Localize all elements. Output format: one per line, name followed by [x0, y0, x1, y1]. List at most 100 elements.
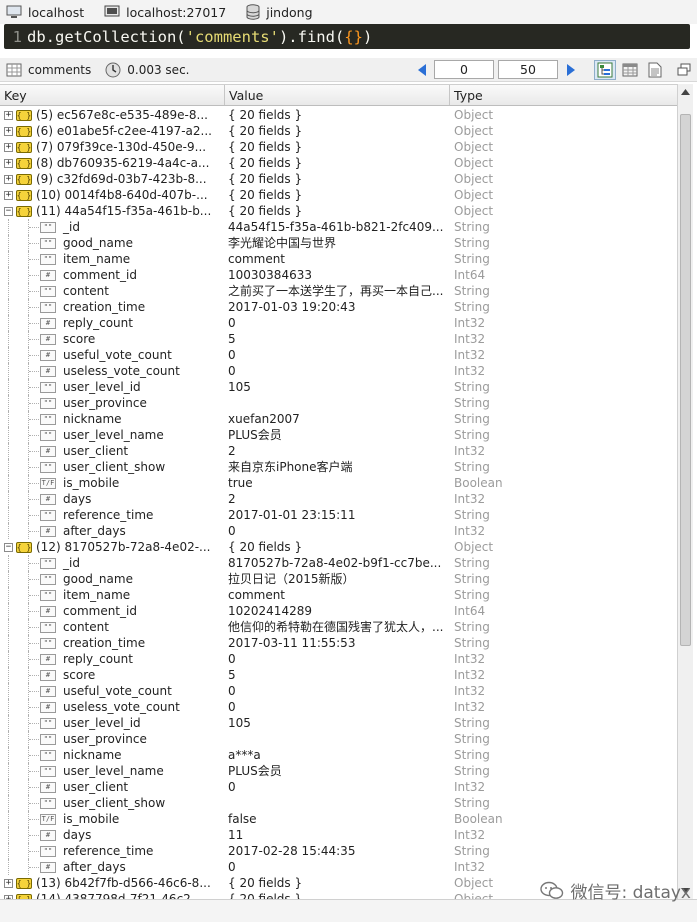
field-row[interactable]: T/F is_mobile true Boolean: [0, 475, 677, 491]
key-cell: "" user_client_show: [0, 459, 224, 475]
key-text: (13) 6b42f7fb-d566-46c6-8...: [36, 876, 211, 890]
collection-icon: [6, 63, 22, 76]
field-row[interactable]: "" good_name 拉贝日记（2015新版） String: [0, 571, 677, 587]
field-row[interactable]: "" content 他信仰的希特勒在德国残害了犹太人，... String: [0, 619, 677, 635]
document-row[interactable]: +{ } (5) ec567e8c-e535-489e-8... { 20 fiel…: [0, 107, 677, 123]
field-row[interactable]: "" creation_time 2017-03-11 11:55:53 String: [0, 635, 677, 651]
field-row[interactable]: # useless_vote_count 0 Int32: [0, 699, 677, 715]
text-view-button[interactable]: [644, 60, 666, 80]
expand-icon[interactable]: +: [4, 174, 13, 184]
field-row[interactable]: # useful_vote_count 0 Int32: [0, 347, 677, 363]
next-page-button[interactable]: [562, 60, 578, 79]
field-row[interactable]: T/F is_mobile false Boolean: [0, 811, 677, 827]
field-row[interactable]: "" creation_time 2017-01-03 19:20:43 String: [0, 299, 677, 315]
field-row[interactable]: # score 5 Int32: [0, 331, 677, 347]
field-row[interactable]: # user_client 0 Int32: [0, 779, 677, 795]
detach-button[interactable]: [673, 60, 695, 80]
field-row[interactable]: # user_client 2 Int32: [0, 443, 677, 459]
field-row[interactable]: "" _id 8170527b-72a8-4e02-b9f1-cc7be... Str…: [0, 555, 677, 571]
field-row[interactable]: "" _id 44a54f15-f35a-461b-b821-2fc409... St…: [0, 219, 677, 235]
database-label: jindong: [266, 4, 313, 20]
field-row[interactable]: # reply_count 0 Int32: [0, 315, 677, 331]
column-header-value[interactable]: Value: [225, 85, 450, 105]
field-row[interactable]: "" item_name comment String: [0, 251, 677, 267]
limit-input[interactable]: [498, 60, 558, 79]
key-cell: # useful_vote_count: [0, 683, 224, 699]
expand-icon[interactable]: +: [4, 158, 13, 168]
field-row[interactable]: "" nickname xuefan2007 String: [0, 411, 677, 427]
key-text: good_name: [63, 572, 133, 586]
field-row[interactable]: # score 5 Int32: [0, 667, 677, 683]
key-text: reference_time: [63, 508, 154, 522]
tree-view-button[interactable]: [594, 60, 616, 80]
field-row[interactable]: # reply_count 0 Int32: [0, 651, 677, 667]
expand-icon[interactable]: +: [4, 878, 13, 888]
column-header-type[interactable]: Type: [450, 85, 677, 105]
field-row[interactable]: "" good_name 李光耀论中国与世界 String: [0, 235, 677, 251]
key-cell: "" creation_time: [0, 635, 224, 651]
field-row[interactable]: # after_days 0 Int32: [0, 859, 677, 875]
host-item[interactable]: localhost: [6, 5, 84, 20]
value-cell: 他信仰的希特勒在德国残害了犹太人，...: [228, 620, 444, 634]
document-row[interactable]: +{ } (9) c32fd69d-03b7-423b-8... { 20 fiel…: [0, 171, 677, 187]
document-row[interactable]: −{ } (11) 44a54f15-f35a-461b-b... { 20 fie…: [0, 203, 677, 219]
collapse-icon[interactable]: −: [4, 206, 13, 216]
key-text: (6) e01abe5f-c2ee-4197-a2...: [36, 124, 212, 138]
column-header-key[interactable]: Key: [0, 85, 225, 105]
field-row[interactable]: # days 11 Int32: [0, 827, 677, 843]
field-row[interactable]: "" user_client_show 来自京东iPhone客户端 String: [0, 459, 677, 475]
key-text: useless_vote_count: [63, 700, 180, 714]
key-cell: "" user_level_name: [0, 427, 224, 443]
object-icon: { }: [16, 205, 32, 217]
expand-icon[interactable]: +: [4, 110, 13, 120]
expand-icon[interactable]: +: [4, 142, 13, 152]
key-cell: +{ } (14) 4387798d-7f21-46c2-...: [0, 891, 224, 899]
skip-input[interactable]: [434, 60, 494, 79]
key-text: reply_count: [63, 652, 133, 666]
field-row[interactable]: "" content 之前买了一本送学生了，再买一本自己... String: [0, 283, 677, 299]
field-row[interactable]: "" reference_time 2017-01-01 23:15:11 Strin…: [0, 507, 677, 523]
field-row[interactable]: # comment_id 10030384633 Int64: [0, 267, 677, 283]
field-row[interactable]: "" item_name comment String: [0, 587, 677, 603]
field-row[interactable]: "" user_level_name PLUS会员 String: [0, 763, 677, 779]
document-row[interactable]: −{ } (12) 8170527b-72a8-4e02-... { 20 fiel…: [0, 539, 677, 555]
vertical-scrollbar[interactable]: [677, 84, 693, 899]
key-text: (14) 4387798d-7f21-46c2-...: [36, 892, 207, 899]
field-row[interactable]: # useless_vote_count 0 Int32: [0, 363, 677, 379]
field-row[interactable]: "" user_level_id 105 String: [0, 379, 677, 395]
field-row[interactable]: # useful_vote_count 0 Int32: [0, 683, 677, 699]
key-cell: T/F is_mobile: [0, 811, 224, 827]
field-row[interactable]: "" user_province String: [0, 395, 677, 411]
prev-page-button[interactable]: [414, 60, 430, 79]
table-view-button[interactable]: [619, 60, 641, 80]
value-cell: { 20 fields }: [228, 876, 303, 890]
field-row[interactable]: # comment_id 10202414289 Int64: [0, 603, 677, 619]
key-text: _id: [63, 220, 80, 234]
collapse-icon[interactable]: −: [4, 542, 13, 552]
database-item[interactable]: jindong: [246, 4, 313, 20]
field-row[interactable]: # days 2 Int32: [0, 491, 677, 507]
field-row[interactable]: "" user_level_name PLUS会员 String: [0, 427, 677, 443]
field-row[interactable]: "" reference_time 2017-02-28 15:44:35 Strin…: [0, 843, 677, 859]
monitor-icon: [6, 5, 22, 18]
field-row[interactable]: "" user_province String: [0, 731, 677, 747]
object-icon: { }: [16, 877, 32, 889]
document-row[interactable]: +{ } (10) 0014f4b8-640d-407b-... { 20 fiel…: [0, 187, 677, 203]
scroll-up-button[interactable]: [678, 84, 693, 100]
document-row[interactable]: +{ } (7) 079f39ce-130d-450e-9... { 20 fiel…: [0, 139, 677, 155]
field-row[interactable]: "" nickname a***a String: [0, 747, 677, 763]
boolean-type-icon: T/F: [40, 813, 56, 825]
field-row[interactable]: "" user_level_id 105 String: [0, 715, 677, 731]
document-row[interactable]: +{ } (6) e01abe5f-c2ee-4197-a2... { 20 fie…: [0, 123, 677, 139]
expand-icon[interactable]: +: [4, 190, 13, 200]
field-row[interactable]: "" user_client_show String: [0, 795, 677, 811]
expand-icon[interactable]: +: [4, 126, 13, 136]
key-cell: "" _id: [0, 219, 224, 235]
query-editor[interactable]: 1 db.getCollection('comments').find({}): [4, 24, 690, 49]
key-text: is_mobile: [63, 476, 120, 490]
key-cell: # reply_count: [0, 315, 224, 331]
server-item[interactable]: localhost:27017: [104, 5, 226, 20]
field-row[interactable]: # after_days 0 Int32: [0, 523, 677, 539]
scroll-thumb[interactable]: [680, 114, 691, 646]
document-row[interactable]: +{ } (8) db760935-6219-4a4c-a... { 20 fiel…: [0, 155, 677, 171]
